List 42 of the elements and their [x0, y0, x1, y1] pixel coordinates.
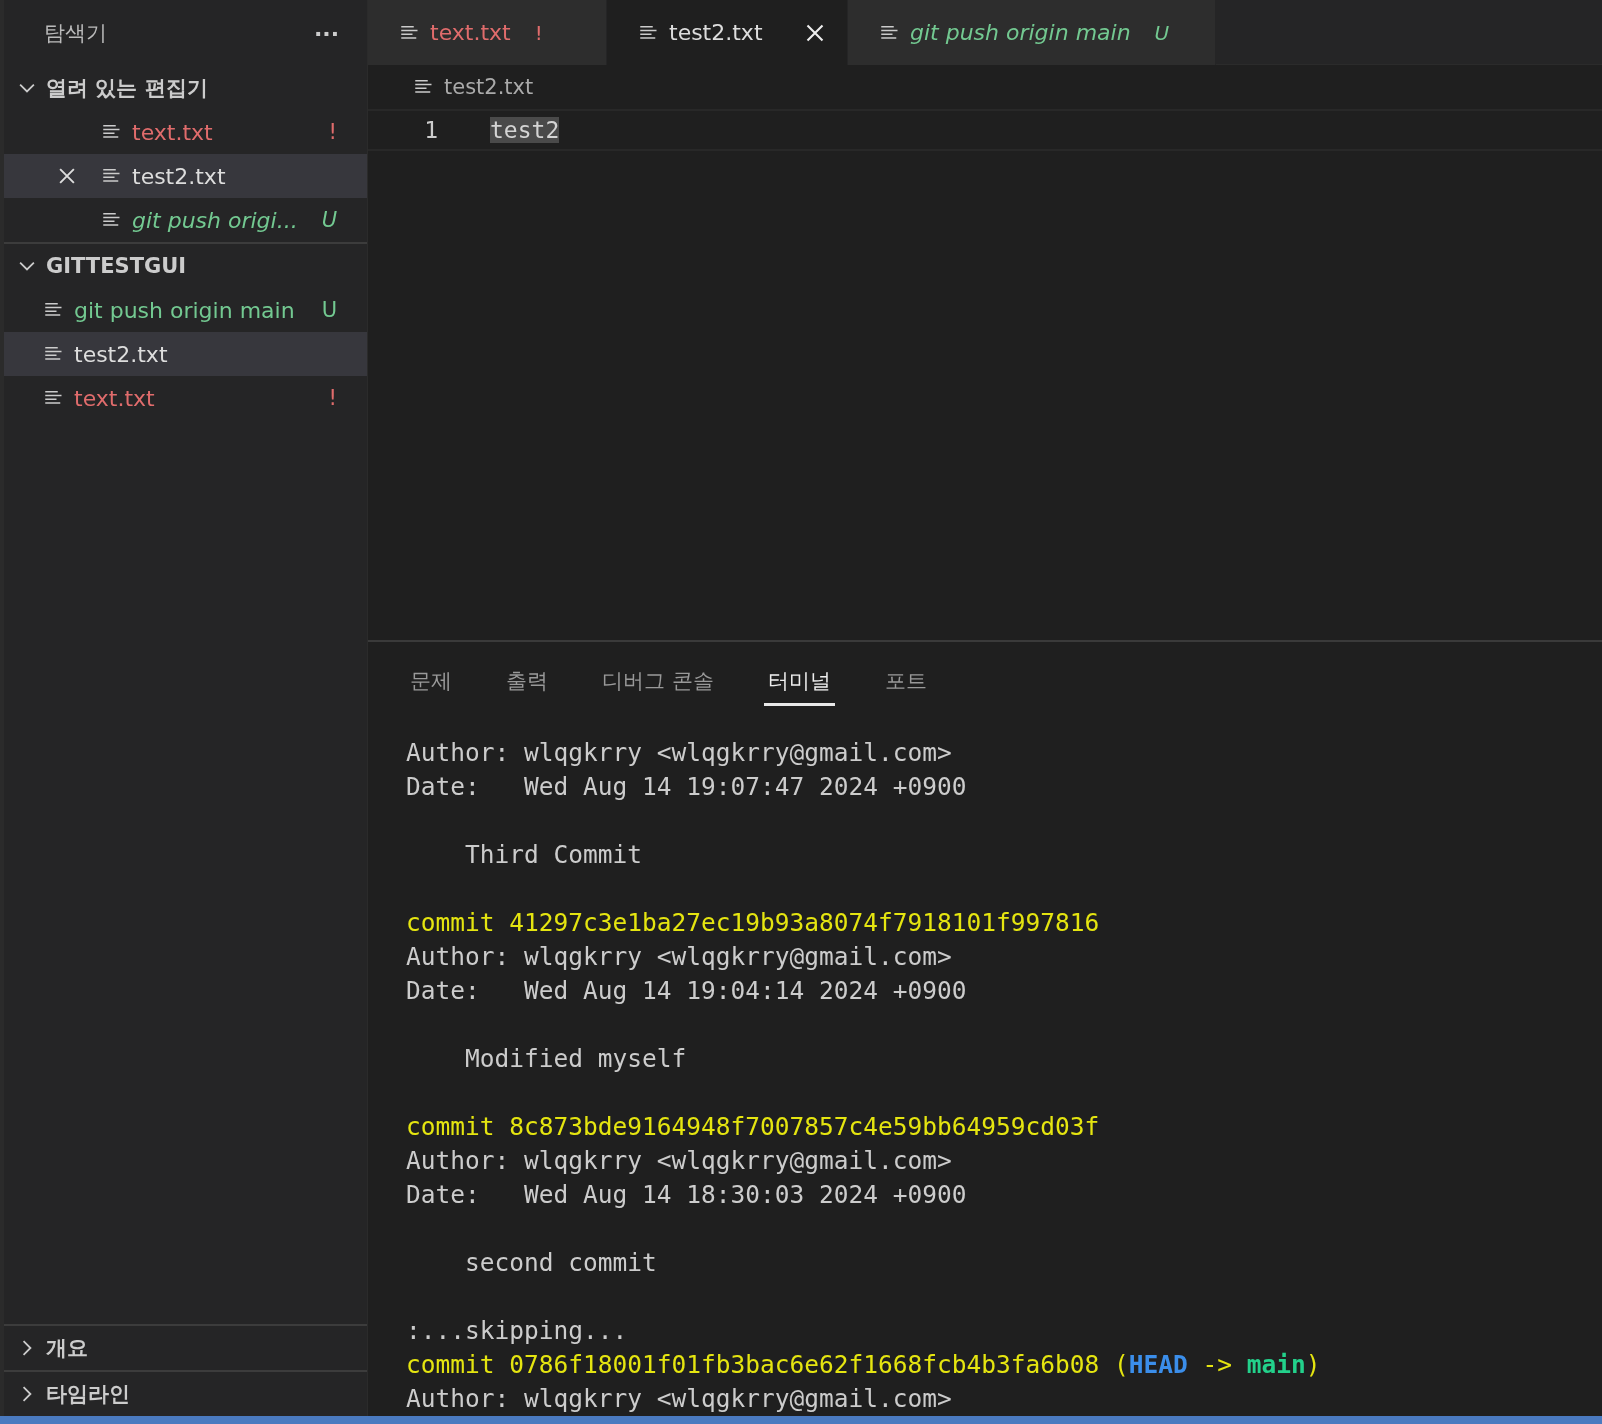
status-letter: U — [1154, 20, 1170, 45]
panel-tab[interactable]: 터미널 — [763, 658, 835, 706]
editor-tab[interactable]: text.txt ! — [368, 0, 607, 65]
more-actions-button[interactable]: ··· — [313, 20, 339, 46]
status-letter: ! — [328, 386, 337, 410]
file-item[interactable]: git push origin main U — [4, 288, 367, 332]
terminal-line: Modified myself — [464, 1044, 687, 1073]
status-letter: ! — [534, 20, 543, 45]
breadcrumb[interactable]: test2.txt — [444, 75, 534, 99]
status-letter: U — [321, 298, 337, 322]
terminal-line: Date: Wed Aug 14 19:07:47 2024 +0900 — [406, 772, 967, 801]
terminal-line: Date: Wed Aug 14 19:04:14 2024 +0900 — [406, 976, 967, 1005]
panel-tab[interactable]: 문제 — [406, 658, 456, 706]
terminal-line: Third Commit — [464, 840, 642, 869]
terminal-line: Author: wlqgkrry <wlqgkrry@gmail.com> — [406, 738, 952, 767]
file-item[interactable]: text.txt ! — [4, 110, 367, 154]
terminal-line: :...skipping... — [406, 1316, 628, 1345]
terminal-line: Date: Wed Aug 14 18:30:03 2024 +0900 — [406, 1180, 967, 1209]
editor-tab[interactable]: git push origin main U — [848, 0, 1216, 65]
panel-tab[interactable]: 디버그 콘솔 — [598, 658, 718, 706]
section-header[interactable]: GITTESTGUI — [4, 244, 367, 288]
file-item[interactable]: test2.txt — [4, 332, 367, 376]
section-header[interactable]: 열려 있는 편집기 — [4, 66, 367, 110]
file-item[interactable]: test2.txt — [4, 154, 367, 198]
status-letter: U — [321, 208, 337, 232]
explorer-title: 탐색기 — [44, 20, 107, 47]
terminal-line: second commit — [464, 1248, 657, 1277]
code-text: test2 — [490, 117, 560, 143]
file-item[interactable]: git push origi... U — [4, 198, 367, 242]
file-item[interactable]: text.txt ! — [4, 376, 367, 420]
panel-tab[interactable]: 포트 — [880, 658, 931, 706]
status-letter: ! — [328, 120, 337, 144]
terminal-line: commit 8c873bde9164948f7007857c4e59bb64959cd03f — [406, 1112, 1100, 1141]
terminal-line: commit 41297c3e1ba27ec19b93a8074f7918101f997816 — [406, 908, 1100, 937]
terminal-line: Author: wlqgkrry <wlqgkrry@gmail.com> — [406, 1384, 952, 1413]
line-number: 1 — [423, 117, 438, 143]
panel-tab[interactable]: 출력 — [502, 658, 552, 706]
terminal-line: Author: wlqgkrry <wlqgkrry@gmail.com> — [406, 942, 952, 971]
editor-tab[interactable]: test2.txt — [607, 0, 848, 65]
terminal-line: commit 0786f18001f01fb3bac6e62f1668fcb4b3fa6b08 (HEAD -> main) — [406, 1350, 1321, 1379]
terminal-line: Author: wlqgkrry <wlqgkrry@gmail.com> — [406, 1146, 952, 1175]
section-header[interactable]: 개요 — [4, 1324, 367, 1370]
